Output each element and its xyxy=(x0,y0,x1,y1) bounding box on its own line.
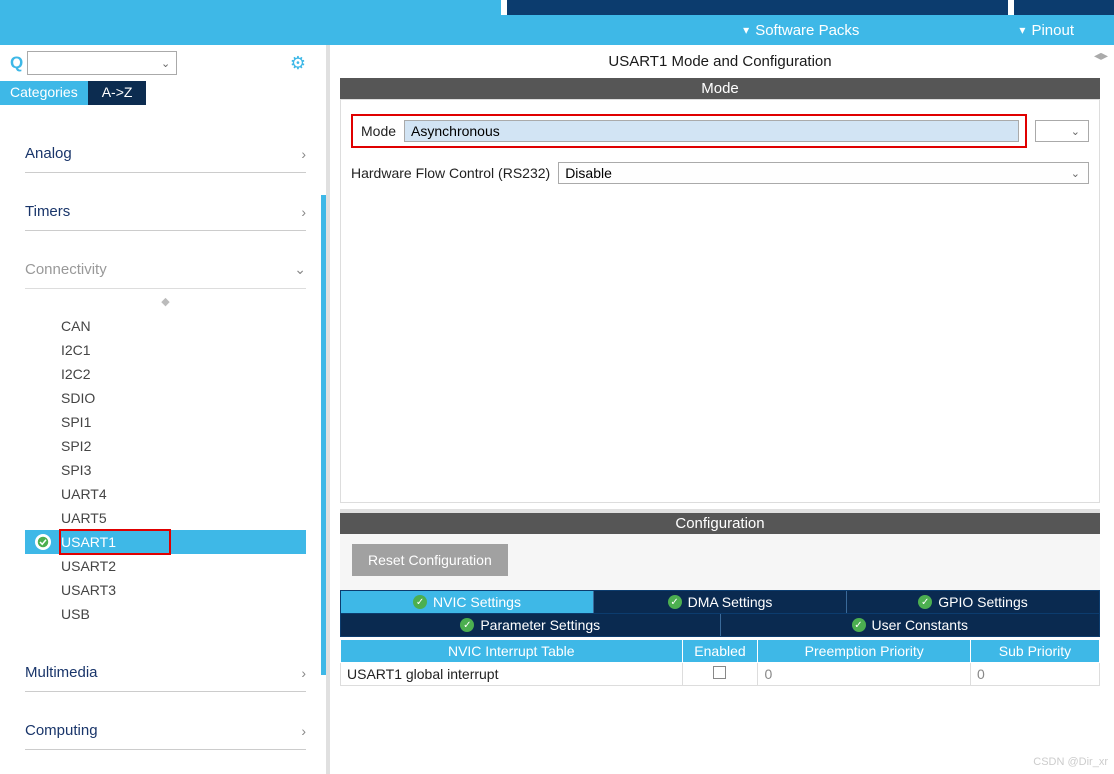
item-i2c2[interactable]: I2C2 xyxy=(25,362,306,386)
item-sdio[interactable]: SDIO xyxy=(25,386,306,410)
collapse-icon[interactable]: ◂▸ xyxy=(1094,47,1108,64)
panel-title: USART1 Mode and Configuration ◂▸ xyxy=(340,45,1100,78)
search-input[interactable]: ⌄ xyxy=(27,51,177,75)
cell-preempt: 0 xyxy=(758,663,971,686)
chevron-down-icon: ⌄ xyxy=(294,261,306,278)
check-icon: ✓ xyxy=(852,618,866,632)
item-spi2[interactable]: SPI2 xyxy=(25,434,306,458)
chevron-right-icon: › xyxy=(301,204,306,220)
item-usart2[interactable]: USART2 xyxy=(25,554,306,578)
category-connectivity[interactable]: Connectivity⌄ xyxy=(25,251,306,289)
configuration-header: Configuration xyxy=(340,513,1100,534)
category-analog[interactable]: Analog› xyxy=(25,135,306,173)
check-icon: ✓ xyxy=(413,595,427,609)
cell-interrupt-name: USART1 global interrupt xyxy=(341,663,683,686)
chevron-down-icon: ▾ xyxy=(743,23,749,37)
gear-icon[interactable]: ⚙ xyxy=(290,53,306,74)
chevron-down-icon: ⌄ xyxy=(1071,125,1080,138)
check-icon: ✓ xyxy=(460,618,474,632)
tab-parameter-settings[interactable]: ✓Parameter Settings xyxy=(341,614,720,636)
check-icon: ✓ xyxy=(918,595,932,609)
mode-header: Mode xyxy=(340,78,1100,99)
category-multimedia[interactable]: Multimedia› xyxy=(25,654,306,692)
hwfc-label: Hardware Flow Control (RS232) xyxy=(351,165,550,181)
mode-label: Mode xyxy=(361,123,396,139)
item-uart4[interactable]: UART4 xyxy=(25,482,306,506)
th-enabled: Enabled xyxy=(682,640,758,663)
category-computing[interactable]: Computing› xyxy=(25,712,306,750)
table-row[interactable]: USART1 global interrupt 0 0 xyxy=(341,663,1100,686)
tab-pinout-config[interactable] xyxy=(0,0,501,15)
reset-configuration-button[interactable]: Reset Configuration xyxy=(352,544,508,576)
check-icon: ✓ xyxy=(668,595,682,609)
hwfc-select[interactable]: Disable ⌄ xyxy=(558,162,1089,184)
cell-sub: 0 xyxy=(970,663,1099,686)
tab-clock-config[interactable] xyxy=(507,0,1008,15)
chevron-right-icon: › xyxy=(301,665,306,681)
tab-az[interactable]: A->Z xyxy=(88,81,147,105)
search-icon: Q xyxy=(10,53,23,73)
th-interrupt: NVIC Interrupt Table xyxy=(341,640,683,663)
mode-select[interactable]: Asynchronous xyxy=(404,120,1019,142)
item-can[interactable]: CAN xyxy=(25,314,306,338)
tab-dma-settings[interactable]: ✓DMA Settings xyxy=(593,591,846,613)
item-usart1[interactable]: USART1 xyxy=(25,530,306,554)
category-timers[interactable]: Timers› xyxy=(25,193,306,231)
chevron-right-icon: › xyxy=(301,723,306,739)
nvic-table: NVIC Interrupt Table Enabled Preemption … xyxy=(340,639,1100,686)
item-uart5[interactable]: UART5 xyxy=(25,506,306,530)
chevron-right-icon: › xyxy=(301,146,306,162)
checkbox[interactable] xyxy=(713,666,726,679)
item-spi1[interactable]: SPI1 xyxy=(25,410,306,434)
tab-user-constants[interactable]: ✓User Constants xyxy=(720,614,1100,636)
mode-select-chevron[interactable]: ⌄ xyxy=(1035,120,1089,142)
item-usb[interactable]: USB xyxy=(25,602,306,626)
th-preempt: Preemption Priority xyxy=(758,640,971,663)
item-spi3[interactable]: SPI3 xyxy=(25,458,306,482)
scrollbar[interactable] xyxy=(321,195,326,675)
tab-nvic-settings[interactable]: ✓NVIC Settings xyxy=(341,591,593,613)
tab-gpio-settings[interactable]: ✓GPIO Settings xyxy=(846,591,1099,613)
chevron-down-icon: ⌄ xyxy=(161,57,170,70)
th-sub: Sub Priority xyxy=(970,640,1099,663)
software-packs-dropdown[interactable]: ▾Software Packs xyxy=(743,22,859,39)
watermark: CSDN @Dir_xr xyxy=(1033,756,1108,768)
chevron-down-icon: ▾ xyxy=(1019,23,1025,37)
tab-categories[interactable]: Categories xyxy=(0,81,88,105)
item-usart3[interactable]: USART3 xyxy=(25,578,306,602)
highlight-box: Mode Asynchronous xyxy=(351,114,1027,148)
sort-icon[interactable]: ◆ xyxy=(25,295,306,308)
tab-extra[interactable] xyxy=(1014,0,1114,15)
item-i2c1[interactable]: I2C1 xyxy=(25,338,306,362)
pinout-dropdown[interactable]: ▾Pinout xyxy=(1019,22,1074,39)
chevron-down-icon: ⌄ xyxy=(1071,167,1080,180)
sub-toolbar: ▾Software Packs ▾Pinout xyxy=(0,15,1114,45)
check-icon xyxy=(35,534,51,550)
cell-enabled[interactable] xyxy=(682,663,758,686)
